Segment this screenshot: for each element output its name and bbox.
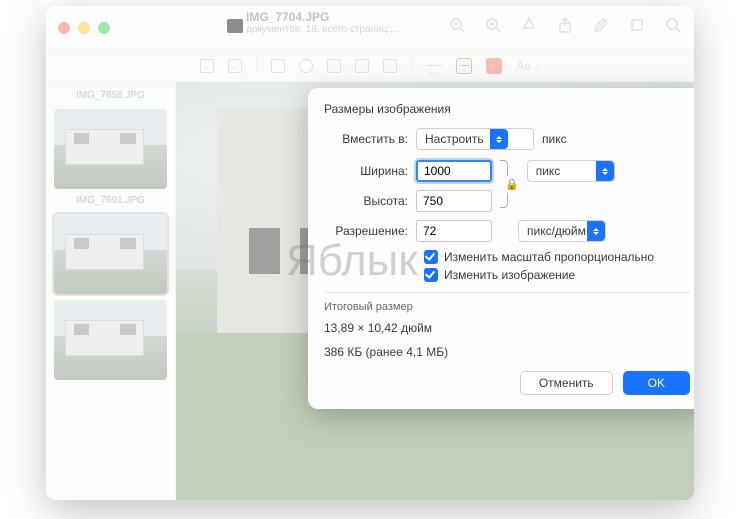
resolution-unit-value: пикс/дюйм [527, 224, 586, 238]
resample-checkbox[interactable] [424, 268, 438, 282]
height-label: Высота: [324, 194, 416, 208]
scale-proportionally-checkbox[interactable] [424, 250, 438, 264]
aspect-lock[interactable]: 🔒 [500, 160, 519, 208]
result-size-section: Итоговый размер [324, 301, 690, 313]
result-dimensions: 13,89 × 10,42 дюйм [324, 321, 690, 335]
chevron-updown-icon [596, 161, 614, 181]
resample-label: Изменить изображение [444, 268, 575, 282]
chevron-updown-icon [587, 221, 605, 241]
resolution-input[interactable] [416, 220, 492, 242]
width-label: Ширина: [324, 164, 416, 178]
dimension-unit-value: пикс [536, 164, 561, 178]
height-input[interactable] [416, 190, 492, 212]
resolution-label: Разрешение: [324, 224, 416, 238]
fit-unit-label: пикс [542, 132, 567, 146]
chevron-updown-icon [490, 129, 508, 149]
resize-dialog: Размеры изображения Вместить в: Настроит… [308, 88, 694, 409]
cancel-button[interactable]: Отменить [520, 371, 613, 395]
scale-proportionally-label: Изменить масштаб пропорционально [444, 250, 654, 264]
fit-into-select[interactable]: Настроить [416, 128, 534, 150]
dialog-title: Размеры изображения [324, 102, 690, 116]
app-window: IMG_7704.JPG документов: 18, всего стран… [46, 6, 694, 500]
lock-icon: 🔒 [505, 176, 519, 193]
ok-button[interactable]: OK [623, 371, 690, 395]
dimension-unit-select[interactable]: пикс [527, 160, 615, 182]
width-input[interactable] [416, 160, 492, 182]
fit-into-value: Настроить [425, 132, 484, 146]
result-filesize: 386 КБ (ранее 4,1 МБ) [324, 345, 690, 359]
fit-into-label: Вместить в: [324, 132, 416, 146]
resolution-unit-select[interactable]: пикс/дюйм [518, 220, 606, 242]
